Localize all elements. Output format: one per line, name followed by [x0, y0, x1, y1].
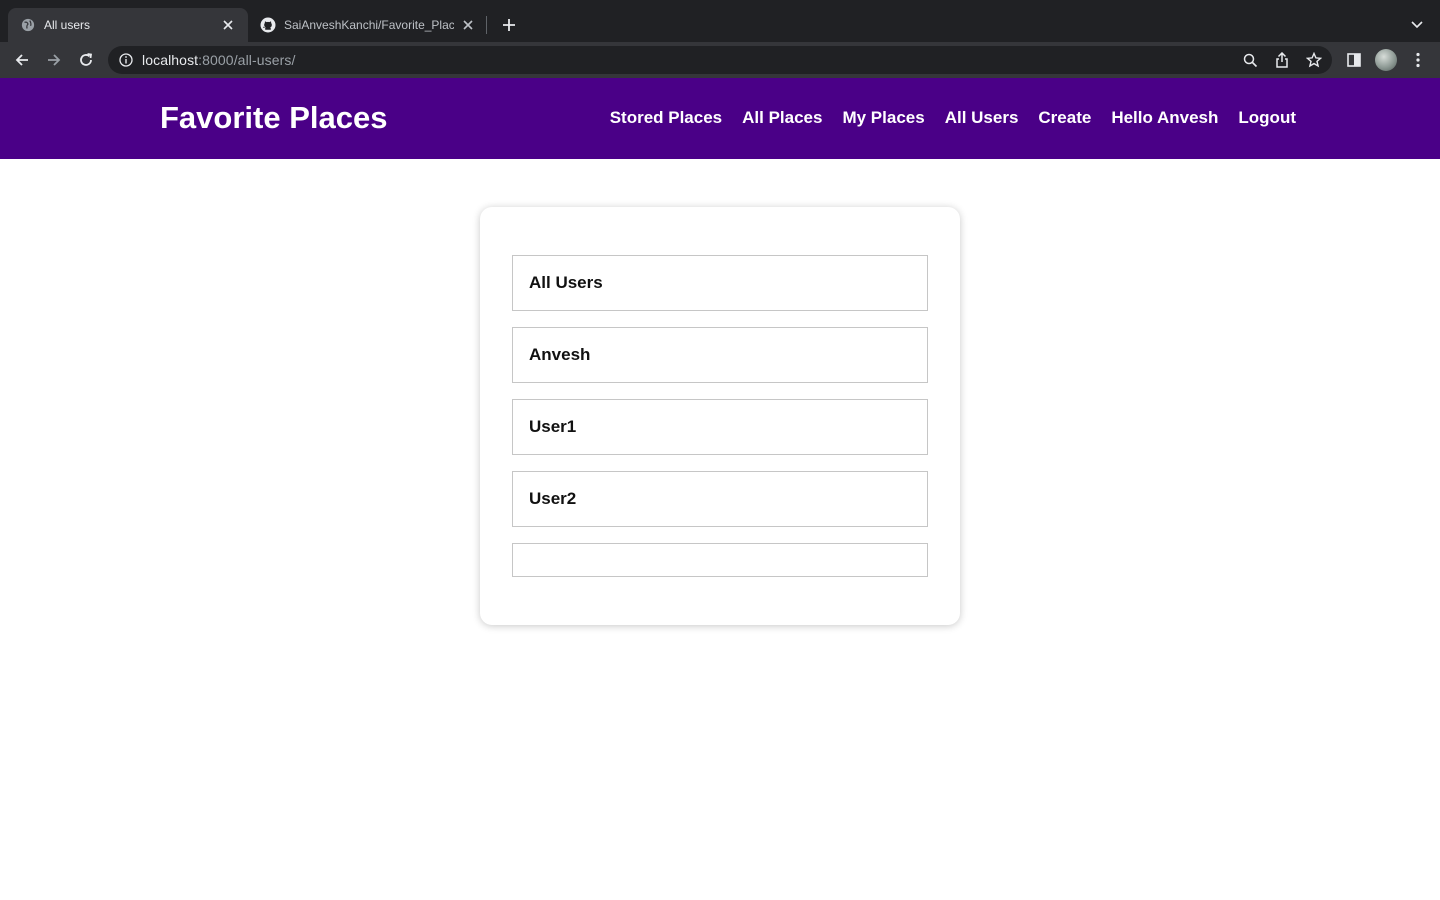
side-panel-icon[interactable]	[1342, 48, 1366, 72]
user-item[interactable]: Anvesh	[512, 327, 928, 383]
main-nav: Stored Places All Places My Places All U…	[610, 108, 1296, 128]
user-item[interactable]: User2	[512, 471, 928, 527]
github-icon	[260, 17, 276, 33]
browser-tab-bar: All users SaiAnveshKanchi/Favorite_Place…	[0, 0, 1440, 42]
share-icon[interactable]	[1270, 48, 1294, 72]
reload-icon[interactable]	[74, 48, 98, 72]
chevron-down-icon[interactable]	[1406, 14, 1428, 36]
zoom-icon[interactable]	[1238, 48, 1262, 72]
nav-logout[interactable]: Logout	[1238, 108, 1296, 128]
nav-all-users[interactable]: All Users	[945, 108, 1019, 128]
tab-title: All users	[44, 18, 91, 32]
forward-arrow-icon[interactable]	[42, 48, 66, 72]
nav-create[interactable]: Create	[1038, 108, 1091, 128]
empty-list-row	[512, 543, 928, 577]
close-tab-icon[interactable]	[220, 17, 236, 33]
address-bar[interactable]: localhost:8000/all-users/	[108, 46, 1332, 74]
info-icon[interactable]	[118, 52, 134, 68]
new-tab-icon[interactable]	[498, 14, 520, 36]
browser-toolbar: localhost:8000/all-users/	[0, 42, 1440, 78]
url-text: localhost:8000/all-users/	[142, 52, 295, 68]
tab-title: SaiAnveshKanchi/Favorite_Places	[284, 18, 454, 32]
back-arrow-icon[interactable]	[10, 48, 34, 72]
browser-tab-active[interactable]: All users	[8, 8, 248, 42]
site-header: Favorite Places Stored Places All Places…	[0, 78, 1440, 159]
users-card: All Users Anvesh User1 User2	[480, 207, 960, 625]
users-heading: All Users	[512, 255, 928, 311]
site-brand[interactable]: Favorite Places	[160, 100, 387, 136]
globe-icon	[20, 17, 36, 33]
nav-stored-places[interactable]: Stored Places	[610, 108, 722, 128]
user-item[interactable]: User1	[512, 399, 928, 455]
browser-tab-inactive[interactable]: SaiAnveshKanchi/Favorite_Places	[248, 8, 488, 42]
nav-all-places[interactable]: All Places	[742, 108, 822, 128]
url-path: :8000/all-users/	[198, 52, 296, 68]
nav-my-places[interactable]: My Places	[842, 108, 924, 128]
nav-hello-user[interactable]: Hello Anvesh	[1111, 108, 1218, 128]
bookmark-star-icon[interactable]	[1302, 48, 1326, 72]
url-host: localhost	[142, 52, 199, 68]
more-menu-icon[interactable]	[1406, 48, 1430, 72]
profile-avatar[interactable]	[1375, 49, 1397, 71]
tab-separator	[486, 16, 487, 34]
close-tab-icon[interactable]	[460, 17, 476, 33]
